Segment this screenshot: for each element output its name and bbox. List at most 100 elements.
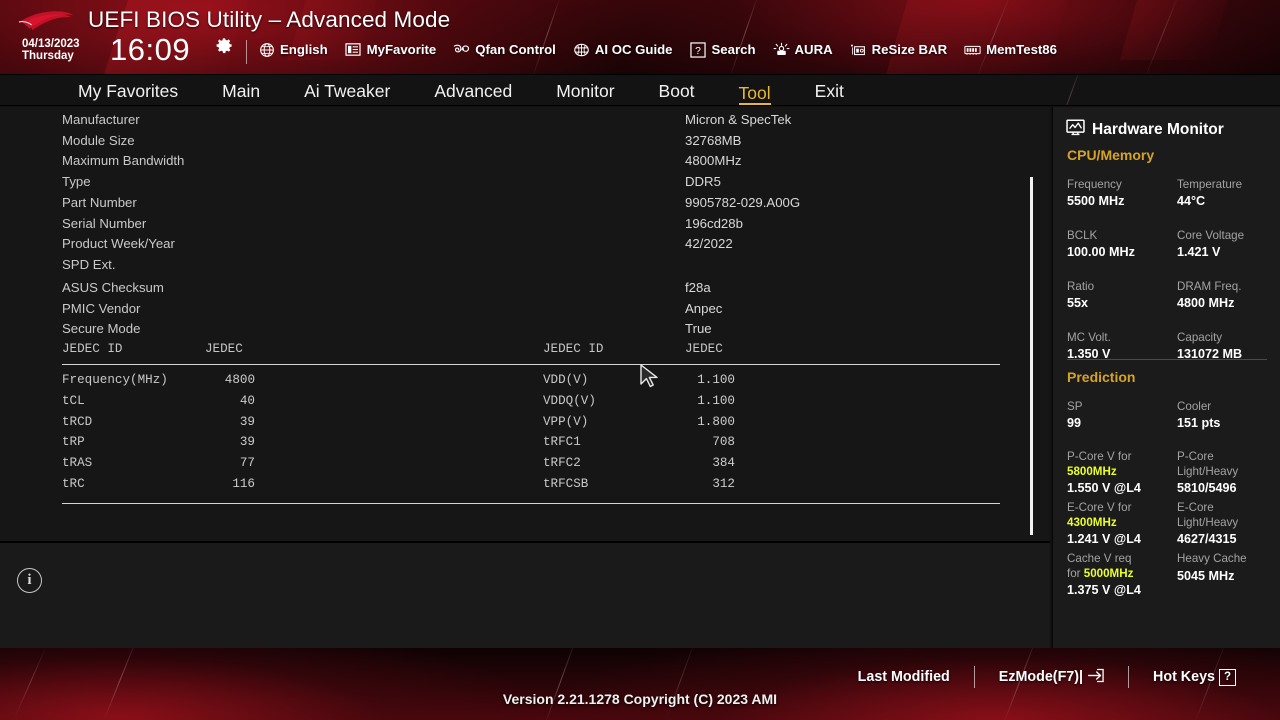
table-row[interactable]: Type DDR5	[0, 174, 1010, 195]
spd-info-list: Manufacturer Micron & SpecTek Module Siz…	[0, 107, 1050, 541]
row-value: 4800MHz	[685, 153, 742, 168]
timing-row[interactable]: tRCD 39 VPP(V) 1.800	[0, 415, 1010, 436]
table-row[interactable]: Module Size 32768MB	[0, 133, 1010, 154]
header-item-label: Search	[711, 42, 756, 57]
scrollbar-thumb[interactable]	[1030, 177, 1033, 535]
tab-monitor[interactable]: Monitor	[534, 75, 636, 105]
table-row[interactable]: ASUS Checksum f28a	[0, 280, 1010, 301]
hotkeys-key-box: ?	[1219, 668, 1236, 686]
timing-right-value: 384	[712, 456, 735, 470]
timing-right-label: VDDQ(V)	[543, 394, 596, 408]
timing-right-label: VDD(V)	[543, 373, 589, 387]
info-icon[interactable]: i	[17, 568, 42, 593]
gear-icon[interactable]	[215, 36, 234, 55]
timing-row[interactable]: Frequency(MHz) 4800 VDD(V) 1.100	[0, 373, 1010, 394]
monitor-icon	[1066, 119, 1085, 141]
hotkeys-button[interactable]: Hot Keys ?	[1129, 668, 1260, 686]
monitor-label: Ratio	[1067, 280, 1095, 293]
row-value: 9905782-029.A00G	[685, 195, 801, 210]
row-value: 32768MB	[685, 133, 742, 148]
fan-icon	[453, 41, 470, 58]
row-value: 196cd28b	[685, 216, 743, 231]
table-row[interactable]: Manufacturer Micron & SpecTek	[0, 112, 1010, 133]
monitor-pair-frequency-temperature: Frequency 5500 MHz Temperature 44°C	[1067, 177, 1272, 228]
tab-tool[interactable]: Tool	[717, 77, 793, 105]
date-display: 04/13/2023 Thursday	[22, 38, 80, 62]
prediction-label: E-Core V for	[1067, 501, 1132, 514]
row-value: Anpec	[685, 301, 723, 316]
tab-main[interactable]: Main	[200, 75, 282, 105]
header-item-label: MemTest86	[986, 42, 1057, 57]
row-label: Maximum Bandwidth	[62, 153, 185, 168]
jedec-id-row[interactable]: JEDEC ID JEDEC JEDEC ID JEDEC	[0, 342, 1010, 363]
last-modified-button[interactable]: Last Modified	[834, 669, 974, 685]
header-item-aura[interactable]: AURA	[773, 41, 833, 58]
header-item-resize-bar[interactable]: ReSize BAR	[850, 41, 947, 58]
ezmode-button[interactable]: EzMode(F7)|	[975, 668, 1128, 687]
row-label: Serial Number	[62, 216, 147, 231]
timing-row[interactable]: tCL 40 VDDQ(V) 1.100	[0, 394, 1010, 415]
monitor-value: 44°C	[1177, 194, 1206, 208]
timing-right-value: 312	[712, 477, 735, 491]
timing-row[interactable]: tRP 39 tRFC1 708	[0, 435, 1010, 456]
memtest-icon	[964, 41, 981, 58]
tab-ai-tweaker[interactable]: Ai Tweaker	[282, 75, 412, 105]
header-item-english[interactable]: English	[258, 41, 328, 58]
jedec-left-value: JEDEC	[205, 342, 243, 356]
header-divider	[246, 40, 247, 64]
jedec-right-label: JEDEC ID	[543, 342, 604, 356]
header-shortcuts: English MyFavorite Qfan Control AI OC Gu…	[258, 41, 1057, 58]
tab-advanced[interactable]: Advanced	[412, 75, 534, 105]
resize-bar-icon	[850, 41, 867, 58]
rog-logo	[18, 11, 74, 31]
header-item-memtest86[interactable]: MemTest86	[964, 41, 1057, 58]
section-prediction: Prediction	[1067, 369, 1136, 385]
hotkeys-label: Hot Keys	[1153, 669, 1215, 685]
header-item-qfan-control[interactable]: Qfan Control	[453, 41, 556, 58]
page-title: UEFI BIOS Utility – Advanced Mode	[88, 7, 451, 32]
header-item-search[interactable]: ? Search	[690, 41, 756, 58]
prediction-pair-cache: Cache V req for 5000MHz 1.375 V @L4 Heav…	[1067, 551, 1272, 602]
header-item-myfavorite[interactable]: MyFavorite	[345, 41, 436, 58]
prediction-value: 5810/5496	[1177, 480, 1237, 495]
table-row[interactable]: Secure Mode True	[0, 321, 1010, 342]
table-row[interactable]: SPD Ext.	[0, 257, 1010, 278]
table-row[interactable]: Product Week/Year 42/2022	[0, 236, 1010, 257]
timing-right-label: tRFC2	[543, 456, 581, 470]
tab-boot[interactable]: Boot	[637, 75, 717, 105]
table-row[interactable]: Serial Number 196cd28b	[0, 216, 1010, 237]
timing-right-label: tRFC1	[543, 435, 581, 449]
monitor-label: BCLK	[1067, 229, 1098, 242]
date-value: 04/13/2023	[22, 38, 80, 50]
prediction-value: 1.375 V @L4	[1067, 582, 1141, 597]
main-content-panel: Manufacturer Micron & SpecTek Module Siz…	[0, 107, 1050, 648]
row-value: Micron & SpecTek	[685, 112, 792, 127]
row-value: f28a	[685, 280, 711, 295]
footer-actions: Last Modified EzMode(F7)| Hot Keys ?	[834, 666, 1260, 688]
table-row[interactable]: Part Number 9905782-029.A00G	[0, 195, 1010, 216]
row-label: PMIC Vendor	[62, 301, 141, 316]
header-bar: UEFI BIOS Utility – Advanced Mode 04/13/…	[0, 0, 1280, 74]
prediction-value: 151 pts	[1177, 416, 1221, 430]
timing-row[interactable]: tRC 116 tRFCSB 312	[0, 477, 1010, 498]
row-label: SPD Ext.	[62, 257, 116, 272]
nav-decoration	[1059, 75, 1082, 105]
tab-label: My Favorites	[78, 81, 179, 101]
timing-row[interactable]: tRAS 77 tRFC2 384	[0, 456, 1010, 477]
table-row[interactable]: Maximum Bandwidth 4800MHz	[0, 153, 1010, 174]
tab-my-favorites[interactable]: My Favorites	[56, 75, 200, 105]
timing-left-value: 77	[239, 456, 255, 470]
tab-exit[interactable]: Exit	[793, 75, 866, 105]
content-scrollbar[interactable]	[1028, 177, 1035, 537]
hardware-monitor-label: Hardware Monitor	[1092, 121, 1224, 138]
monitor-pair-ratio-dram-freq: Ratio 55x DRAM Freq. 4800 MHz	[1067, 279, 1272, 330]
monitor-value: 4800 MHz	[1177, 296, 1235, 310]
timing-left-value: 39	[239, 415, 255, 429]
monitor-value: 1.350 V	[1067, 347, 1111, 361]
table-row[interactable]: PMIC Vendor Anpec	[0, 301, 1010, 322]
nav-tabs: My Favorites Main Ai Tweaker Advanced Mo…	[56, 75, 866, 105]
prediction-value: 5045 MHz	[1177, 569, 1235, 584]
prediction-value: 4627/4315	[1177, 531, 1237, 546]
header-item-ai-oc-guide[interactable]: AI OC Guide	[573, 41, 673, 58]
bios-screen: UEFI BIOS Utility – Advanced Mode 04/13/…	[0, 0, 1280, 720]
